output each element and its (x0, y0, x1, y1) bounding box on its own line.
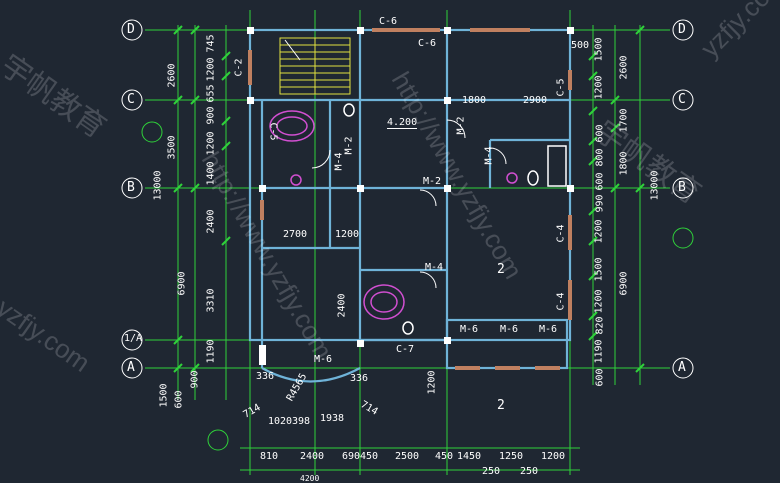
left-dim-outer-1: 3500 (166, 135, 178, 160)
left-dim-inner-6: 2400 (205, 209, 217, 234)
window-label-c6-inner: C-6 (418, 38, 437, 49)
door-label-m2-c: M-2 (423, 176, 442, 187)
door-label-m2-a: M-2 (343, 136, 355, 155)
left-dim-inner-4: 1200 (205, 131, 217, 156)
axis-label-a-left: A (127, 360, 135, 375)
door-label-m6-a: M-6 (460, 324, 479, 335)
left-dim-inner-7: 3310 (205, 288, 217, 313)
right-dim-outer-4: 6900 (618, 271, 630, 296)
right-dim-inner-1: 1200 (593, 75, 605, 100)
bottom-dim-5: 450 (435, 451, 454, 462)
left-dim-inner-3: 900 (205, 106, 217, 125)
interior-dim-1800: 1800 (462, 95, 487, 106)
curve-dim-2: 398 (292, 416, 311, 427)
right-dim-inner-10: 1190 (593, 339, 605, 364)
bottom-dim-9: 250 (482, 466, 501, 477)
window-label-c5-bath: C-5 (267, 122, 279, 141)
axis-label-c-right: C (678, 92, 686, 107)
window-label-c6-top: C-6 (379, 16, 398, 27)
window-label-c7: C-7 (396, 344, 415, 355)
left-dim-inner-8: 1190 (205, 339, 217, 364)
left-dim-inner-1: 1200 (205, 57, 217, 82)
right-dim-inner-9: 820 (594, 316, 606, 335)
curve-dim-7: R4565 (284, 371, 310, 404)
bottom-dim-4: 2500 (395, 451, 420, 462)
right-dim-inner-5: 990 (594, 194, 606, 213)
bottom-dim-6: 1450 (457, 451, 482, 462)
bottom-dim-7: 1250 (499, 451, 524, 462)
left-dim-outer-0: 2600 (166, 63, 178, 88)
right-dim-inner-3: 800 (594, 148, 606, 167)
right-dim-inner-0: 1500 (593, 37, 605, 62)
right-dim-outer-0: 2600 (618, 55, 630, 80)
left-dim-inner-10: 600 (173, 390, 185, 409)
section-mark-2a: 2 (497, 262, 505, 277)
bottom-dim-3: 450 (360, 451, 379, 462)
right-dim-outer-2: 1800 (618, 151, 630, 176)
door-label-m4-c: M-4 (425, 262, 444, 273)
curve-dim-4: 714 (358, 399, 380, 418)
axis-label-b-left: B (127, 180, 135, 195)
right-dim-inner-11: 600 (594, 368, 606, 387)
curve-dim-3: 1938 (320, 413, 345, 424)
window-label-c5-right: C-5 (555, 78, 567, 97)
curve-dim-6: 336 (350, 373, 369, 384)
door-label-m4-b: M-4 (483, 146, 495, 165)
interior-dim-500: 500 (571, 40, 590, 51)
axis-label-c-left: C (127, 92, 135, 107)
curve-dim-0: 714 (241, 402, 263, 421)
axis-label-b-right: B (678, 180, 686, 195)
bottom-dim-8: 1200 (541, 451, 566, 462)
window-label-c4-b: C-4 (555, 292, 567, 311)
door-label-m2-b: M-2 (455, 116, 467, 135)
window-label-c2: C-2 (233, 58, 245, 77)
labels-layer: D C B 1/A A D C B A 2600 3500 13000 6900… (0, 0, 780, 483)
right-dim-inner-7: 1500 (593, 257, 605, 282)
bottom-dim-2: 690 (342, 451, 361, 462)
interior-dim-2400: 2400 (336, 293, 348, 318)
bottom-dim-10: 250 (520, 466, 539, 477)
section-mark-2b: 2 (497, 398, 505, 413)
left-dim-outer-3: 6900 (176, 271, 188, 296)
left-dim-outer-2: 13000 (152, 170, 164, 201)
left-dim-inner-5: 1400 (205, 161, 217, 186)
bottom-dim-1: 2400 (300, 451, 325, 462)
door-label-m6-b: M-6 (500, 324, 519, 335)
right-dim-outer-1: 1700 (618, 108, 630, 133)
door-label-m6-c: M-6 (539, 324, 558, 335)
interior-dim-1200: 1200 (335, 229, 360, 240)
bottom-total: 4200 (300, 474, 320, 483)
left-dim-inner-9: 900 (189, 370, 201, 389)
right-dim-inner-6: 1200 (593, 219, 605, 244)
door-label-m6-d: M-6 (314, 354, 333, 365)
interior-dim-1200-b: 1200 (426, 370, 438, 395)
door-label-m4-a: M-4 (333, 152, 345, 171)
interior-dim-2900: 2900 (523, 95, 548, 106)
right-dim-inner-4: 600 (594, 172, 606, 191)
right-dim-outer-3: 13000 (649, 170, 661, 201)
left-dim-inner-2: 655 (205, 84, 217, 103)
interior-dim-2700: 2700 (283, 229, 308, 240)
elevation-mark: 4.200 (387, 117, 418, 129)
curve-dim-1: 1020 (268, 416, 293, 427)
right-dim-inner-2: 600 (594, 124, 606, 143)
window-label-c4-a: C-4 (555, 224, 567, 243)
right-dim-inner-8: 1200 (593, 289, 605, 314)
bottom-dim-0: 810 (260, 451, 279, 462)
axis-label-a-right: A (678, 360, 686, 375)
left-dim-inner-0: 745 (205, 34, 217, 53)
axis-label-d-left: D (127, 22, 135, 37)
left-dim-outer-4: 1500 (158, 383, 170, 408)
axis-label-1a-left: 1/A (124, 333, 143, 344)
axis-label-d-right: D (678, 22, 686, 37)
curve-dim-5: 336 (256, 371, 275, 382)
